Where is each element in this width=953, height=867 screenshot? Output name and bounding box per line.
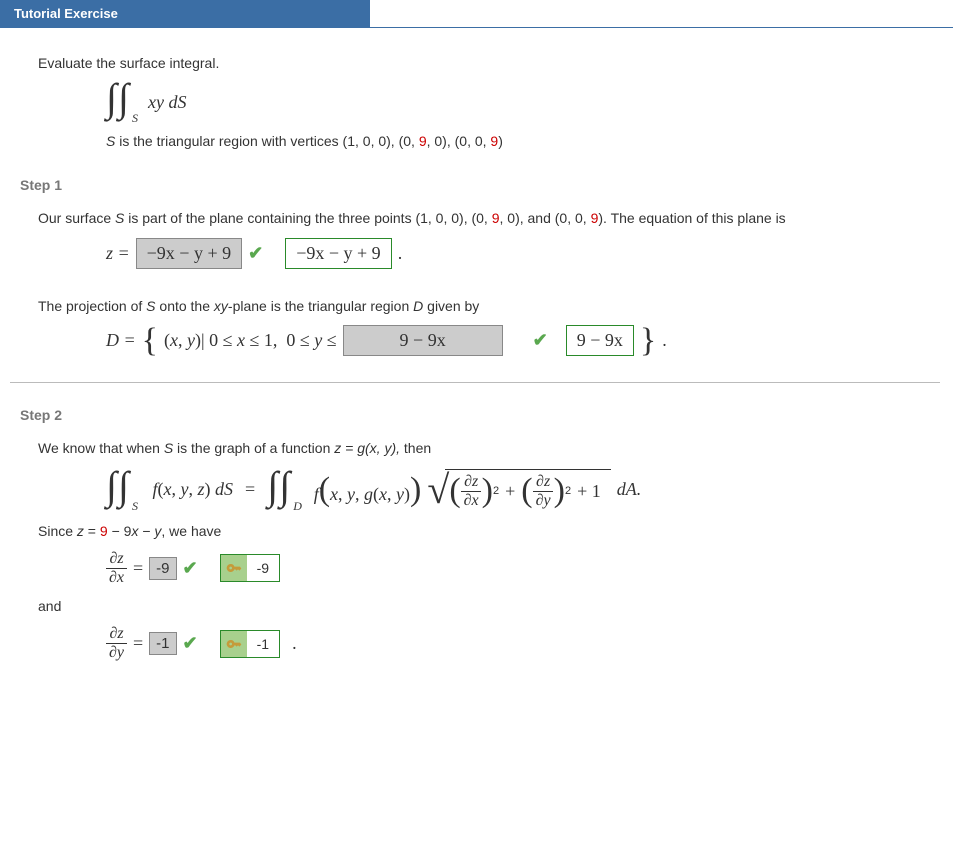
step-2-header: Step 2 bbox=[20, 407, 943, 423]
brace-close: } bbox=[640, 326, 656, 356]
double-integral-icon: ∫∫ S bbox=[106, 80, 148, 124]
check-icon: ✔ bbox=[183, 558, 198, 579]
step2-intro: We know that when S is the graph of a fu… bbox=[38, 437, 943, 459]
integral-expression: ∫∫ S xy dS bbox=[106, 80, 943, 127]
dzdx-key-answer: -9 bbox=[220, 554, 280, 582]
z-lhs: z = bbox=[106, 243, 130, 264]
sqrt-expression: √ ( ∂z∂x )2 + ( ∂z∂y )2 + 1 bbox=[427, 469, 610, 511]
d-lhs: D = bbox=[106, 330, 136, 351]
key-icon bbox=[221, 631, 247, 657]
z-equation-line: z = −9x − y + 9 ✔ −9x − y + 9 . bbox=[106, 238, 943, 269]
dzdx-answer-input[interactable]: -9 bbox=[149, 557, 176, 580]
dzdy-line: ∂z∂y = -1 ✔ -1 . bbox=[106, 625, 943, 662]
double-integral-icon: ∫∫ S bbox=[106, 468, 148, 512]
dzdy-fraction: ∂z∂y bbox=[106, 625, 127, 662]
region-description: S S is the triangular region with vertic… bbox=[106, 133, 943, 149]
key-icon bbox=[221, 555, 247, 581]
dzdx-line: ∂z∂x = -9 ✔ -9 bbox=[106, 550, 943, 587]
check-icon: ✔ bbox=[533, 330, 548, 351]
step-1-header: Step 1 bbox=[20, 177, 943, 193]
dzdy-answer-input[interactable]: -1 bbox=[149, 632, 176, 655]
d-answer-input[interactable]: 9 − 9x bbox=[343, 325, 503, 356]
formula-line: ∫∫ S f(x, y, z) dS = ∫∫ D f(x, y, g(x, y… bbox=[106, 468, 943, 512]
since-line: Since z = 9 − 9x − y, we have bbox=[38, 520, 943, 542]
step1-intro: Our surface S is part of the plane conta… bbox=[38, 207, 943, 229]
divider bbox=[10, 382, 940, 383]
projection-text: The projection of S onto the xy-plane is… bbox=[38, 295, 943, 317]
dzdy-key-answer: -1 bbox=[220, 630, 280, 658]
content-area: Evaluate the surface integral. ∫∫ S xy d… bbox=[0, 28, 953, 680]
double-integral-icon: ∫∫ D bbox=[267, 468, 309, 512]
and-text: and bbox=[38, 595, 943, 617]
d-equation-line: D = { (x, y)| 0 ≤ x ≤ 1, 0 ≤ y ≤ 9 − 9x … bbox=[106, 325, 943, 356]
brace-open: { bbox=[142, 326, 158, 356]
z-answer-input[interactable]: −9x − y + 9 bbox=[136, 238, 242, 269]
check-icon: ✔ bbox=[248, 243, 263, 264]
region-text: is the triangular region with vertices (… bbox=[119, 133, 503, 149]
vertex-value-1: 9 bbox=[419, 133, 427, 149]
problem-statement: Evaluate the surface integral. ∫∫ S xy d… bbox=[38, 52, 943, 149]
z-correct-answer: −9x − y + 9 bbox=[285, 238, 391, 269]
period: . bbox=[398, 243, 403, 264]
integral-subscript: S bbox=[132, 111, 138, 126]
dzdx-fraction: ∂z∂x bbox=[106, 550, 127, 587]
d-correct-answer: 9 − 9x bbox=[566, 325, 634, 356]
header-bar: Tutorial Exercise bbox=[0, 0, 953, 28]
prompt-text: Evaluate the surface integral. bbox=[38, 52, 943, 74]
header-title: Tutorial Exercise bbox=[0, 0, 370, 27]
check-icon: ✔ bbox=[183, 633, 198, 654]
vertex-value-2: 9 bbox=[490, 133, 498, 149]
integrand: xy dS bbox=[148, 92, 186, 113]
